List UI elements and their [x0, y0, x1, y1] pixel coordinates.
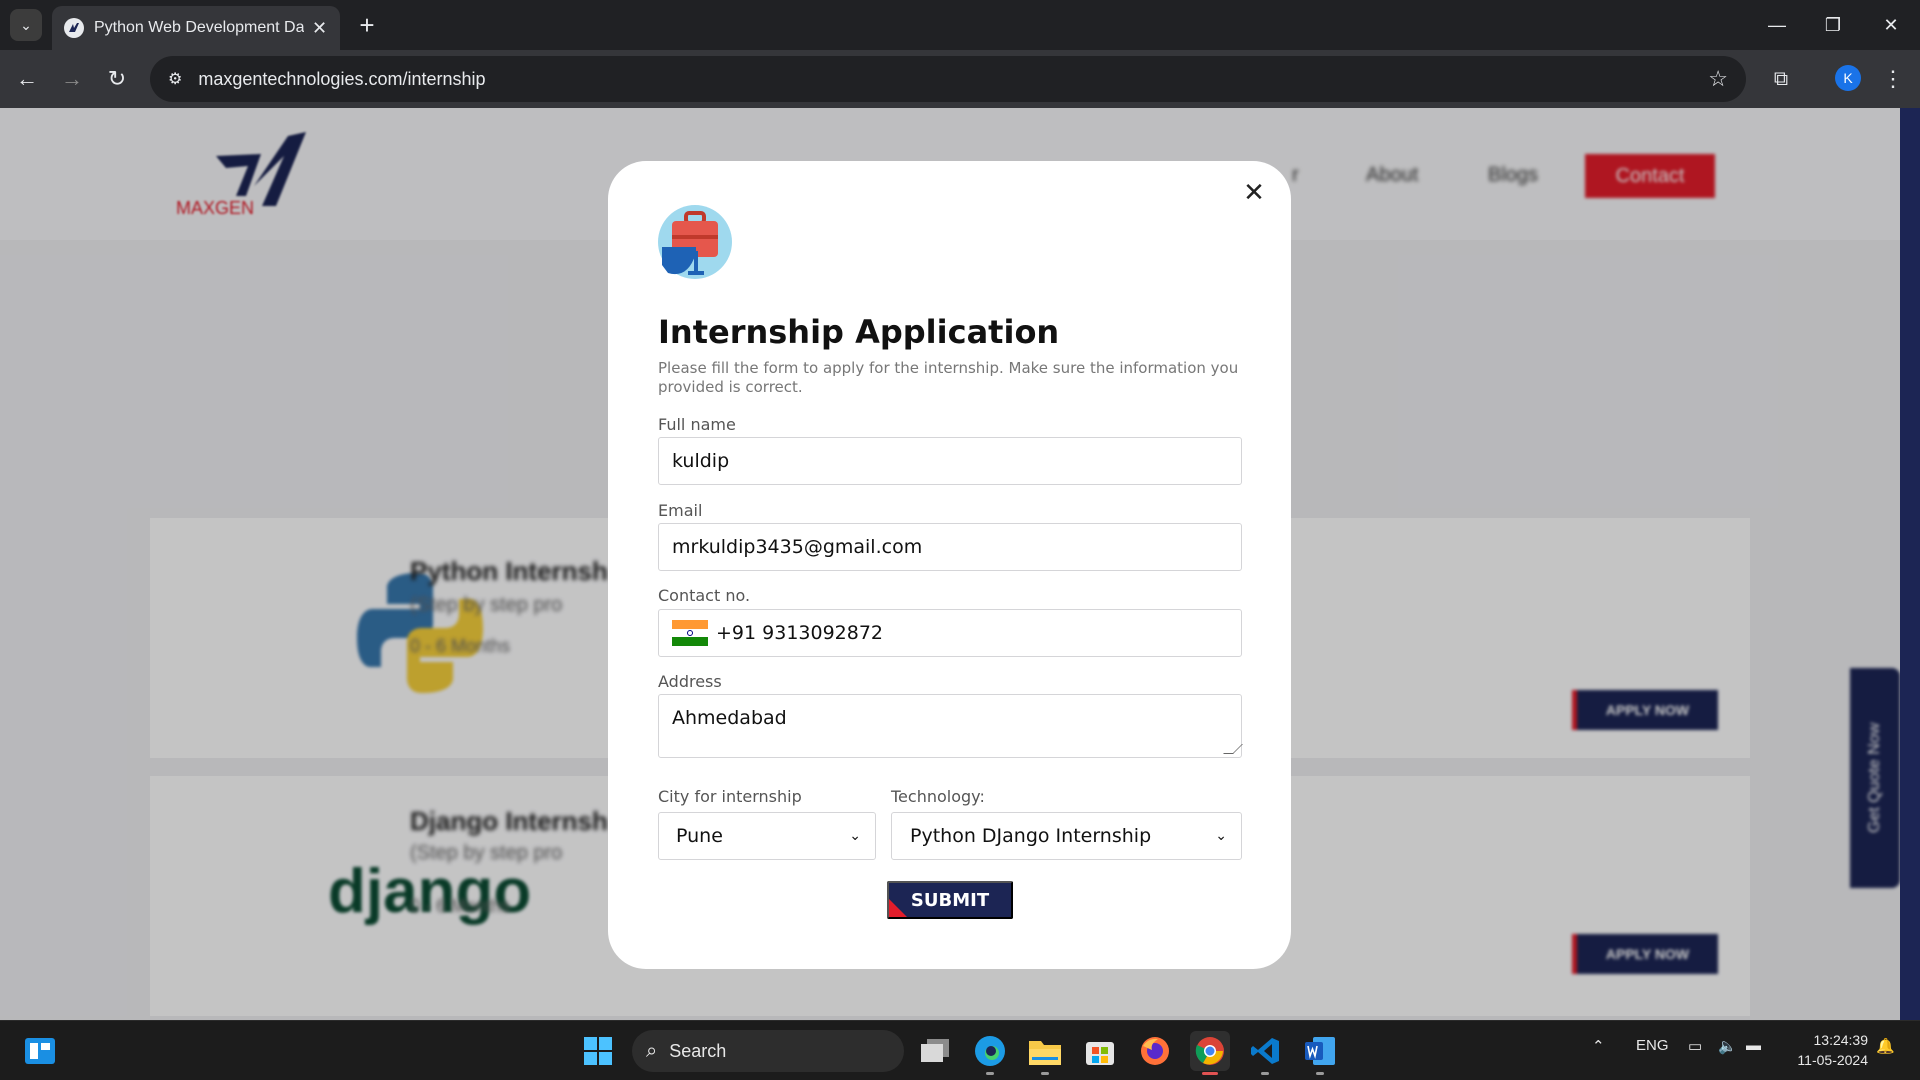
- modal-description: Please fill the form to apply for the in…: [658, 359, 1239, 396]
- chevron-up-icon[interactable]: ⌃: [1592, 1037, 1605, 1055]
- input-language[interactable]: ENG: [1636, 1037, 1669, 1054]
- tab-title: Python Web Development Data: [94, 19, 304, 36]
- taskbar-search-label: Search: [669, 1040, 727, 1061]
- widgets-icon[interactable]: [20, 1031, 60, 1071]
- volume-muted-icon[interactable]: 🔈: [1718, 1037, 1737, 1055]
- arrow-left-icon: ←: [16, 66, 38, 91]
- reload-button[interactable]: ↻: [100, 62, 134, 96]
- arrow-right-icon: →: [61, 66, 83, 91]
- word-icon[interactable]: [1300, 1031, 1340, 1075]
- running-indicator: [986, 1072, 994, 1075]
- contact-label: Contact no.: [658, 586, 751, 605]
- start-menu-icon[interactable]: [578, 1031, 618, 1071]
- profile-avatar[interactable]: K: [1835, 65, 1861, 91]
- chevron-down-icon: ⌄: [849, 828, 861, 844]
- site-info-icon[interactable]: ⚙: [168, 69, 182, 89]
- address-label: Address: [658, 672, 722, 691]
- address-bar[interactable]: ⚙ maxgentechnologies.com/internship ☆: [150, 56, 1746, 102]
- tab-search-button[interactable]: ⌄: [10, 9, 42, 41]
- running-indicator: [1041, 1072, 1049, 1075]
- clock-time: 13:24:39: [1813, 1032, 1869, 1048]
- windows-taskbar: ⌕ Search ⌃ ENG ▭ 🔈 ▬ 13:24:39 11-05-2024…: [0, 1020, 1920, 1080]
- full-name-input[interactable]: kuldip: [658, 437, 1242, 485]
- microsoft-store-icon[interactable]: [1080, 1031, 1120, 1071]
- email-input[interactable]: mrkuldip3435@gmail.com: [658, 523, 1242, 571]
- briefcase-icon: [658, 205, 732, 279]
- close-icon[interactable]: ✕: [1239, 177, 1269, 207]
- resize-handle-icon[interactable]: [1223, 744, 1243, 754]
- address-bar-url: maxgentechnologies.com/internship: [198, 68, 486, 89]
- firefox-icon[interactable]: [1135, 1031, 1175, 1071]
- close-window-button[interactable]: ✕: [1866, 8, 1916, 42]
- chevron-down-icon: ⌄: [1215, 828, 1227, 844]
- edge-browser-icon[interactable]: [970, 1031, 1010, 1075]
- city-selected-value: Pune: [676, 825, 723, 847]
- technology-label: Technology:: [891, 787, 985, 806]
- system-clock[interactable]: 13:24:39 11-05-2024: [1782, 1030, 1868, 1070]
- running-indicator: [1261, 1072, 1269, 1075]
- new-tab-button[interactable]: +: [352, 10, 382, 40]
- email-label: Email: [658, 501, 703, 520]
- browser-tab-bar: ⌄ Python Web Development Data ✕ + — ❐ ✕: [0, 0, 1920, 50]
- technology-select[interactable]: Python DJango Internship ⌄: [891, 812, 1242, 860]
- back-button[interactable]: ←: [10, 62, 44, 96]
- site-favicon-icon: [64, 18, 84, 38]
- task-view-icon[interactable]: [916, 1031, 956, 1071]
- restore-button[interactable]: ❐: [1808, 8, 1858, 42]
- india-flag-icon[interactable]: [672, 620, 708, 647]
- notification-bell-icon[interactable]: 🔔: [1876, 1037, 1895, 1055]
- battery-icon[interactable]: ▬: [1746, 1037, 1761, 1054]
- extensions-icon[interactable]: ⧉: [1764, 62, 1798, 96]
- reload-icon: ↻: [107, 66, 127, 91]
- internship-application-modal: ✕ Internship Application Please fill the…: [608, 161, 1291, 969]
- submit-button[interactable]: SUBMIT: [887, 881, 1013, 919]
- chrome-icon[interactable]: [1190, 1031, 1230, 1075]
- page-viewport: MAXGEN r About Blogs Contact Python Inte…: [0, 108, 1900, 1020]
- clock-date: 11-05-2024: [1797, 1052, 1868, 1068]
- search-icon: ⌕: [646, 1039, 658, 1062]
- vscode-icon[interactable]: [1245, 1031, 1285, 1075]
- browser-tab-active[interactable]: Python Web Development Data ✕: [52, 6, 340, 50]
- technology-selected-value: Python DJango Internship: [910, 825, 1152, 847]
- browser-toolbar: ← → ↻ ⚙ maxgentechnologies.com/internshi…: [0, 50, 1920, 108]
- contact-number: +91 9313092872: [716, 622, 884, 644]
- bookmark-star-icon[interactable]: ☆: [1708, 66, 1728, 92]
- taskbar-search[interactable]: ⌕ Search: [632, 1030, 904, 1072]
- page-scrollbar[interactable]: [1900, 108, 1920, 1020]
- full-name-label: Full name: [658, 415, 736, 434]
- chevron-down-icon: ⌄: [20, 16, 32, 33]
- forward-button[interactable]: →: [55, 62, 89, 96]
- city-label: City for internship: [658, 787, 802, 806]
- tab-close-icon[interactable]: ✕: [312, 18, 327, 39]
- contact-input[interactable]: +91 9313092872: [658, 609, 1242, 657]
- city-select[interactable]: Pune ⌄: [658, 812, 876, 860]
- minimize-button[interactable]: —: [1752, 8, 1802, 42]
- more-menu-icon[interactable]: ⋮: [1880, 62, 1906, 96]
- address-textarea[interactable]: Ahmedabad: [658, 694, 1243, 758]
- network-icon[interactable]: ▭: [1688, 1037, 1702, 1055]
- file-explorer-icon[interactable]: [1025, 1031, 1065, 1075]
- running-indicator: [1202, 1072, 1218, 1075]
- address-value: Ahmedabad: [672, 707, 787, 729]
- running-indicator: [1316, 1072, 1324, 1075]
- modal-title: Internship Application: [658, 313, 1060, 351]
